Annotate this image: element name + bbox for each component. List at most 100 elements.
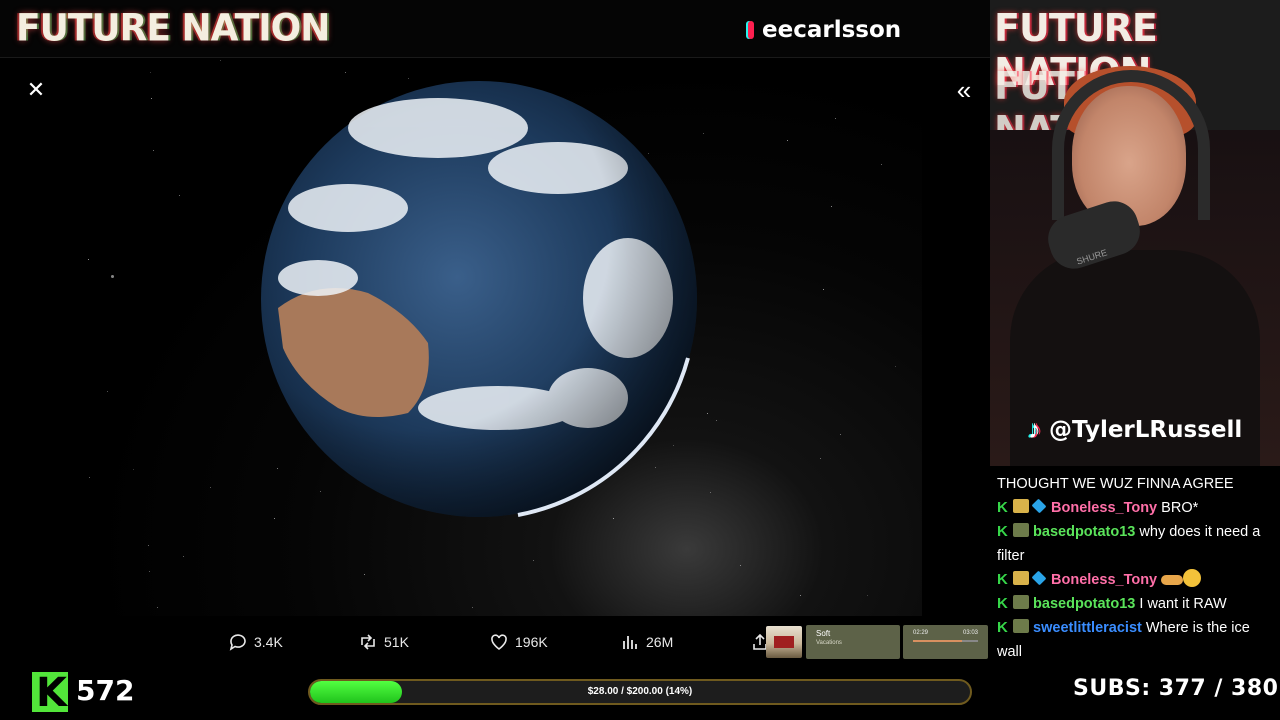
- hand-emote-icon: [1161, 575, 1184, 585]
- chat-username[interactable]: sweetlittleracist: [1033, 620, 1142, 636]
- star: [709, 491, 711, 493]
- sub-badge-icon: [1013, 499, 1029, 513]
- reply-icon: [229, 634, 246, 651]
- star: [740, 564, 742, 566]
- like-count: 196K: [515, 634, 548, 650]
- chat-message: K basedpotato13 why does it need a filte…: [997, 520, 1273, 568]
- star: [147, 545, 149, 547]
- chat-message-text: I want it RAW: [1139, 596, 1227, 612]
- star: [153, 150, 155, 152]
- stream-footer: 572 $28.00 / $200.00 (14%) SUBS: 377 / 3…: [0, 664, 1280, 720]
- kick-logo-icon: [32, 670, 68, 716]
- chat-username[interactable]: basedpotato13: [1033, 524, 1135, 540]
- star: [819, 458, 821, 460]
- star: [799, 594, 801, 596]
- space-background: [82, 60, 922, 616]
- views-button[interactable]: 26M: [620, 630, 673, 654]
- sub-badge-icon: [1013, 571, 1029, 585]
- expand-chevron-icon[interactable]: «: [950, 75, 978, 105]
- star: [150, 71, 152, 73]
- star: [89, 477, 91, 479]
- headphones-icon: [1052, 70, 1210, 220]
- tiktok-icon: [748, 21, 754, 39]
- like-button[interactable]: 196K: [489, 630, 548, 654]
- tiktok-logo-icon: ♪: [1028, 414, 1041, 444]
- track-progress-fill: [913, 640, 962, 642]
- track-info-card: Soft Vacations: [806, 625, 900, 659]
- donation-goal-text: $28.00 / $200.00 (14%): [587, 686, 693, 697]
- chat-message: K Boneless_Tony BRO*: [997, 496, 1273, 520]
- star: [834, 117, 836, 119]
- star: [703, 132, 705, 134]
- repost-count: 51K: [384, 634, 409, 650]
- star: [182, 556, 184, 558]
- view-count: 26M: [646, 634, 674, 650]
- sub-badge-icon: [1013, 595, 1029, 609]
- star: [364, 573, 366, 575]
- star: [786, 140, 788, 142]
- chat-message: THOUGHT WE WUZ FINNA AGREE: [997, 472, 1273, 496]
- kick-badge-icon: K: [997, 595, 1008, 612]
- kick-badge-icon: K: [997, 619, 1008, 636]
- chat-message: K Boneless_Tony: [997, 568, 1273, 592]
- kick-badge-icon: K: [997, 499, 1008, 516]
- star: [219, 60, 221, 62]
- webcam-tiktok-handle: @TylerLRussell: [1049, 416, 1243, 443]
- star: [831, 205, 833, 207]
- top-banner: FUTURE NATION eecarlsson: [0, 0, 990, 58]
- star: [210, 486, 212, 488]
- track-artist: Vacations: [816, 640, 842, 646]
- star: [895, 366, 897, 368]
- track-title: Soft: [816, 629, 831, 638]
- repost-icon: [361, 634, 375, 650]
- star: [880, 164, 882, 166]
- star: [106, 391, 108, 393]
- chat-username[interactable]: basedpotato13: [1033, 596, 1135, 612]
- reply-button[interactable]: 3.4K: [228, 630, 283, 654]
- track-progress-bar: [913, 640, 978, 642]
- analytics-icon: [623, 636, 637, 649]
- earth-image[interactable]: [258, 78, 700, 520]
- close-viewer-button[interactable]: ✕: [22, 76, 50, 104]
- donation-goal-bar: $28.00 / $200.00 (14%): [308, 679, 972, 705]
- star: [111, 274, 115, 278]
- album-art: [766, 626, 802, 658]
- heart-icon: [491, 634, 507, 650]
- sub-badge-icon: [1013, 619, 1029, 633]
- star: [148, 571, 150, 573]
- sub-badge-icon: [1013, 523, 1029, 537]
- gem-badge-icon: [1031, 498, 1047, 514]
- star: [178, 194, 180, 196]
- viewer-count: 572: [76, 674, 135, 707]
- music-player-widget: Soft Vacations 02:29 03:03: [766, 624, 990, 660]
- repost-button[interactable]: 51K: [358, 630, 409, 654]
- star: [716, 420, 718, 422]
- star: [533, 560, 535, 562]
- elapsed-time: 02:29: [913, 630, 929, 636]
- chat-username[interactable]: Boneless_Tony: [1051, 572, 1157, 588]
- star: [132, 469, 134, 471]
- star: [822, 289, 824, 291]
- chat-message-text: THOUGHT WE WUZ FINNA AGREE: [997, 476, 1234, 492]
- star: [839, 434, 841, 436]
- tiktok-credit: eecarlsson: [748, 16, 901, 44]
- track-progress-card: 02:29 03:03: [903, 625, 988, 659]
- chat-message: K basedpotato13 I want it RAW: [997, 592, 1273, 616]
- track-duration: 03:03: [962, 630, 978, 636]
- grin-emote-icon: [1183, 569, 1202, 587]
- star: [345, 71, 347, 73]
- webcam-feed: FUTURE NATION FUTURE NATION SHURE ♪ @Tyl…: [990, 0, 1280, 466]
- star: [151, 97, 153, 99]
- media-viewer: ✕ «: [4, 58, 990, 664]
- gem-badge-icon: [1031, 570, 1047, 586]
- kick-badge-icon: K: [997, 523, 1008, 540]
- tiktok-handle: eecarlsson: [762, 17, 902, 43]
- reply-count: 3.4K: [254, 634, 283, 650]
- chat-panel: THOUGHT WE WUZ FINNA AGREE K Boneless_To…: [990, 466, 1280, 664]
- star: [706, 413, 708, 415]
- kick-badge-icon: K: [997, 571, 1008, 588]
- chat-username[interactable]: Boneless_Tony: [1051, 500, 1157, 516]
- brand-logo-text: FUTURE NATION: [16, 6, 330, 51]
- chat-message-text: BRO*: [1161, 500, 1199, 516]
- earth-shading: [261, 81, 697, 517]
